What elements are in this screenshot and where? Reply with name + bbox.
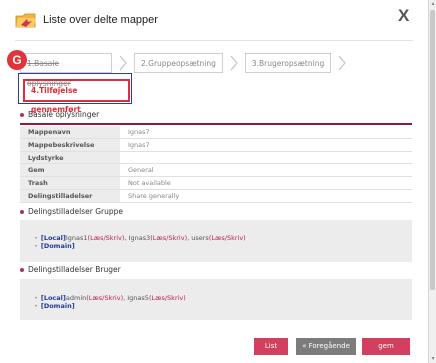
row-value: Ignas7: [120, 138, 412, 152]
row-value: [120, 151, 412, 164]
permission: (Læs/Skriv): [87, 234, 125, 242]
group-user: Ignas3: [128, 234, 151, 242]
bullet-icon: [20, 267, 24, 272]
scroll-thumb[interactable]: [430, 10, 435, 290]
user-name: admin: [65, 294, 87, 302]
row-key: Delingstilladelser: [20, 189, 120, 203]
chevron-right-icon: [337, 53, 347, 73]
section-divider: [20, 123, 412, 125]
local-tag: [Local]: [40, 294, 66, 302]
table-row: Gem General: [20, 163, 412, 177]
group-domain-line: • [Domain]: [34, 242, 75, 250]
previous-button[interactable]: « Foregående: [296, 338, 356, 355]
group-permissions-box: • [Local]Ignas1(Læs/Skriv), Ignas3(Læs/Sk…: [20, 220, 412, 262]
row-key: Mappebeskrivelse: [20, 138, 120, 152]
dialog-header: Liste over delte mapper: [15, 6, 158, 34]
section-basic-title: Basale oplysninger: [28, 110, 100, 119]
domain-tag: [Domain]: [40, 242, 75, 250]
close-button[interactable]: X: [398, 6, 409, 26]
step-3: 3.Brugeropsætning: [244, 53, 332, 73]
local-tag: [Local]: [40, 234, 66, 242]
row-key: Gem: [20, 163, 120, 177]
row-key: Mappenavn: [20, 126, 120, 139]
basic-info-table: Mappenavn Ignas7 Mappebeskrivelse Ignas7 L…: [20, 126, 412, 203]
header-divider: [15, 40, 413, 41]
permission: (Læs/Skriv): [148, 294, 186, 302]
permission: (Læs/Skriv): [150, 234, 188, 242]
annotation-badge: G: [7, 50, 27, 70]
chevron-right-icon: [229, 53, 239, 73]
row-key: Trash: [20, 176, 120, 190]
wizard-steps: 1.Basale oplysninger 2.Gruppeopsætning 3…: [20, 52, 353, 88]
shared-folder-icon: [15, 11, 37, 29]
scroll-down-icon[interactable]: ▾: [430, 356, 436, 362]
row-value: Share generally: [120, 189, 412, 203]
domain-tag: [Domain]: [40, 302, 75, 310]
table-row: Lydstyrke: [20, 151, 412, 164]
table-row: Mappebeskrivelse Ignas7: [20, 138, 412, 152]
user-permissions-box: • [Local]admin(Læs/Skriv), Ignas5(Læs/Skr…: [20, 279, 412, 320]
chevron-right-icon: [118, 53, 128, 73]
user-domain-line: • [Domain]: [34, 302, 75, 310]
section-user-heading: Delingstilladelser Bruger: [20, 265, 121, 274]
group-local-line: • [Local]Ignas1(Læs/Skriv), Ignas3(Læs/Sk…: [34, 234, 246, 242]
table-row: Trash Not available: [20, 176, 412, 190]
dialog-title: Liste over delte mapper: [43, 14, 158, 26]
group-user: users: [191, 234, 209, 242]
section-basic-heading: Basale oplysninger: [20, 110, 99, 119]
row-key: Lydstyrke: [20, 151, 120, 164]
user-local-line: • [Local]admin(Læs/Skriv), Ignas5(Læs/Skr…: [34, 294, 186, 302]
step-4: 4.Tilføjelse gennemført: [23, 79, 130, 114]
group-user: Ignas1: [65, 234, 88, 242]
user-name: Ignas5: [127, 294, 149, 302]
list-button[interactable]: List: [254, 338, 288, 355]
scroll-up-icon[interactable]: ▴: [430, 1, 436, 7]
bullet-icon: [20, 112, 24, 117]
row-value: Not available: [120, 176, 412, 190]
row-value: Ignas7: [120, 126, 412, 139]
row-value: General: [120, 163, 412, 177]
section-group-heading: Delingstilladelser Gruppe: [20, 207, 123, 216]
step-2: 2.Gruppeopsætning: [134, 53, 223, 73]
permission: (Læs/Skriv): [208, 234, 246, 242]
bullet-icon: [20, 209, 24, 214]
save-button[interactable]: gem: [362, 338, 410, 355]
step-1: 1.Basale oplysninger: [20, 53, 112, 88]
section-group-title: Delingstilladelser Gruppe: [28, 207, 123, 216]
section-user-title: Delingstilladelser Bruger: [28, 265, 121, 274]
permission: (Læs/Skriv): [86, 294, 124, 302]
dialog: Liste over delte mapper X 1.Basale oplys…: [0, 0, 428, 363]
table-row: Mappenavn Ignas7: [20, 126, 412, 139]
vertical-scrollbar[interactable]: ▴ ▾: [428, 0, 436, 363]
table-row: Delingstilladelser Share generally: [20, 189, 412, 203]
